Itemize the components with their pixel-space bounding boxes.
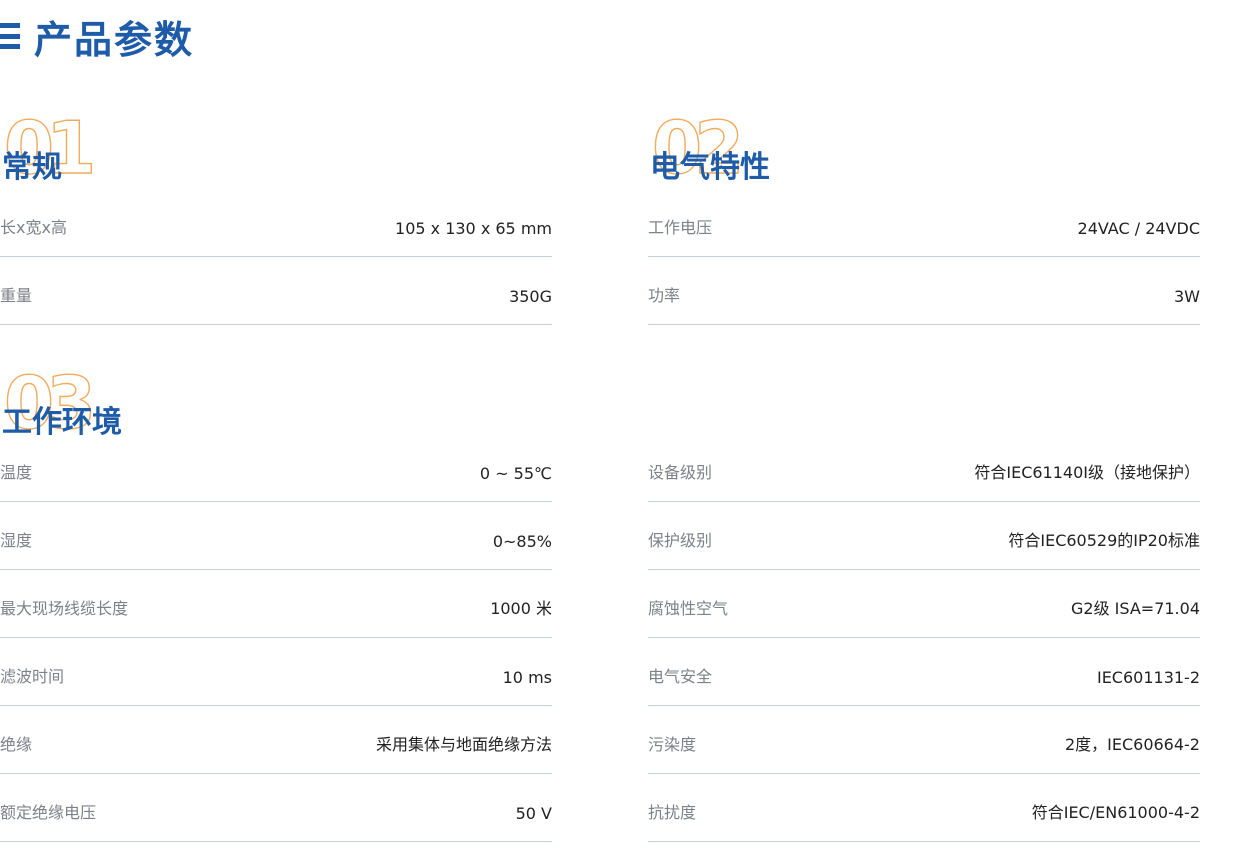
spec-row: 温度 0 ~ 55℃ — [0, 434, 552, 502]
spec-value: 0 ~ 55℃ — [479, 464, 552, 483]
spec-row: 湿度 0~85% — [0, 502, 552, 570]
spec-value: 1000 米 — [490, 599, 552, 618]
spec-label: 保护级别 — [648, 531, 713, 550]
spec-row: 腐蚀性空气 G2级 ISA=71.04 — [648, 570, 1200, 638]
menu-bars-icon — [0, 23, 20, 49]
spec-label: 设备级别 — [648, 463, 713, 482]
spec-row: 抗扰度 符合IEC/EN61000-4-2 — [648, 774, 1200, 842]
section-title: 常规 — [2, 150, 62, 185]
spec-table-general: 长x宽x高 105 x 130 x 65 mm 重量 350G — [0, 189, 552, 325]
spec-row: 设备级别 符合IEC61140I级（接地保护） — [648, 434, 1200, 502]
section-title: 电气特性 — [650, 150, 770, 185]
spec-value: IEC601131-2 — [1096, 668, 1200, 687]
spec-label: 抗扰度 — [648, 803, 697, 822]
spec-label: 电气安全 — [648, 667, 713, 686]
spec-value: 350G — [509, 287, 552, 306]
spec-label: 污染度 — [648, 735, 697, 754]
spec-label: 额定绝缘电压 — [0, 803, 97, 822]
spec-value: 符合IEC60529的IP20标准 — [1008, 531, 1200, 550]
spec-value: 符合IEC/EN61000-4-2 — [1031, 803, 1200, 822]
spec-label: 最大现场线缆长度 — [0, 599, 129, 618]
spec-row: 保护级别 符合IEC60529的IP20标准 — [648, 502, 1200, 570]
spec-row: 电气安全 IEC601131-2 — [648, 638, 1200, 706]
spec-row: 额定绝缘电压 50 V — [0, 774, 552, 842]
spec-table-electrical: 工作电压 24VAC / 24VDC 功率 3W — [648, 189, 1200, 325]
spec-row: 滤波时间 10 ms — [0, 638, 552, 706]
spec-label: 绝缘 — [0, 735, 33, 754]
spec-value: 10 ms — [502, 668, 552, 687]
spec-row: 最大现场线缆长度 1000 米 — [0, 570, 552, 638]
section-general-heading: 01 常规 — [0, 111, 300, 192]
spec-value: 符合IEC61140I级（接地保护） — [974, 463, 1200, 482]
spec-label: 滤波时间 — [0, 667, 65, 686]
spec-value: 采用集体与地面绝缘方法 — [375, 735, 552, 754]
spec-row: 重量 350G — [0, 257, 552, 325]
spec-label: 温度 — [0, 463, 33, 482]
spec-value: G2级 ISA=71.04 — [1071, 599, 1200, 618]
spec-label: 长x宽x高 — [0, 218, 67, 237]
spec-value: 24VAC / 24VDC — [1077, 219, 1200, 238]
spec-value: 105 x 130 x 65 mm — [395, 219, 552, 238]
spec-label: 功率 — [648, 286, 681, 305]
spec-value: 0~85% — [492, 532, 552, 551]
spec-label: 湿度 — [0, 531, 33, 550]
section-electrical-heading: 02 电气特性 — [648, 111, 948, 192]
spec-row: 绝缘 采用集体与地面绝缘方法 — [0, 706, 552, 774]
spec-row: 功率 3W — [648, 257, 1200, 325]
spec-value: 3W — [1174, 287, 1200, 306]
spec-value: 50 V — [515, 804, 552, 823]
spec-table-environment-left: 温度 0 ~ 55℃ 湿度 0~85% 最大现场线缆长度 1000 米 滤波时间… — [0, 434, 552, 842]
spec-table-environment-right: 设备级别 符合IEC61140I级（接地保护） 保护级别 符合IEC60529的… — [648, 434, 1200, 842]
spec-row: 工作电压 24VAC / 24VDC — [648, 189, 1200, 257]
page-header: 产品参数 — [0, 10, 194, 62]
spec-value: 2度，IEC60664-2 — [1064, 735, 1200, 754]
page-title: 产品参数 — [34, 17, 195, 62]
spec-label: 重量 — [0, 286, 33, 305]
spec-row: 污染度 2度，IEC60664-2 — [648, 706, 1200, 774]
spec-row: 长x宽x高 105 x 130 x 65 mm — [0, 189, 552, 257]
spec-label: 工作电压 — [648, 218, 713, 237]
spec-label: 腐蚀性空气 — [648, 599, 729, 618]
